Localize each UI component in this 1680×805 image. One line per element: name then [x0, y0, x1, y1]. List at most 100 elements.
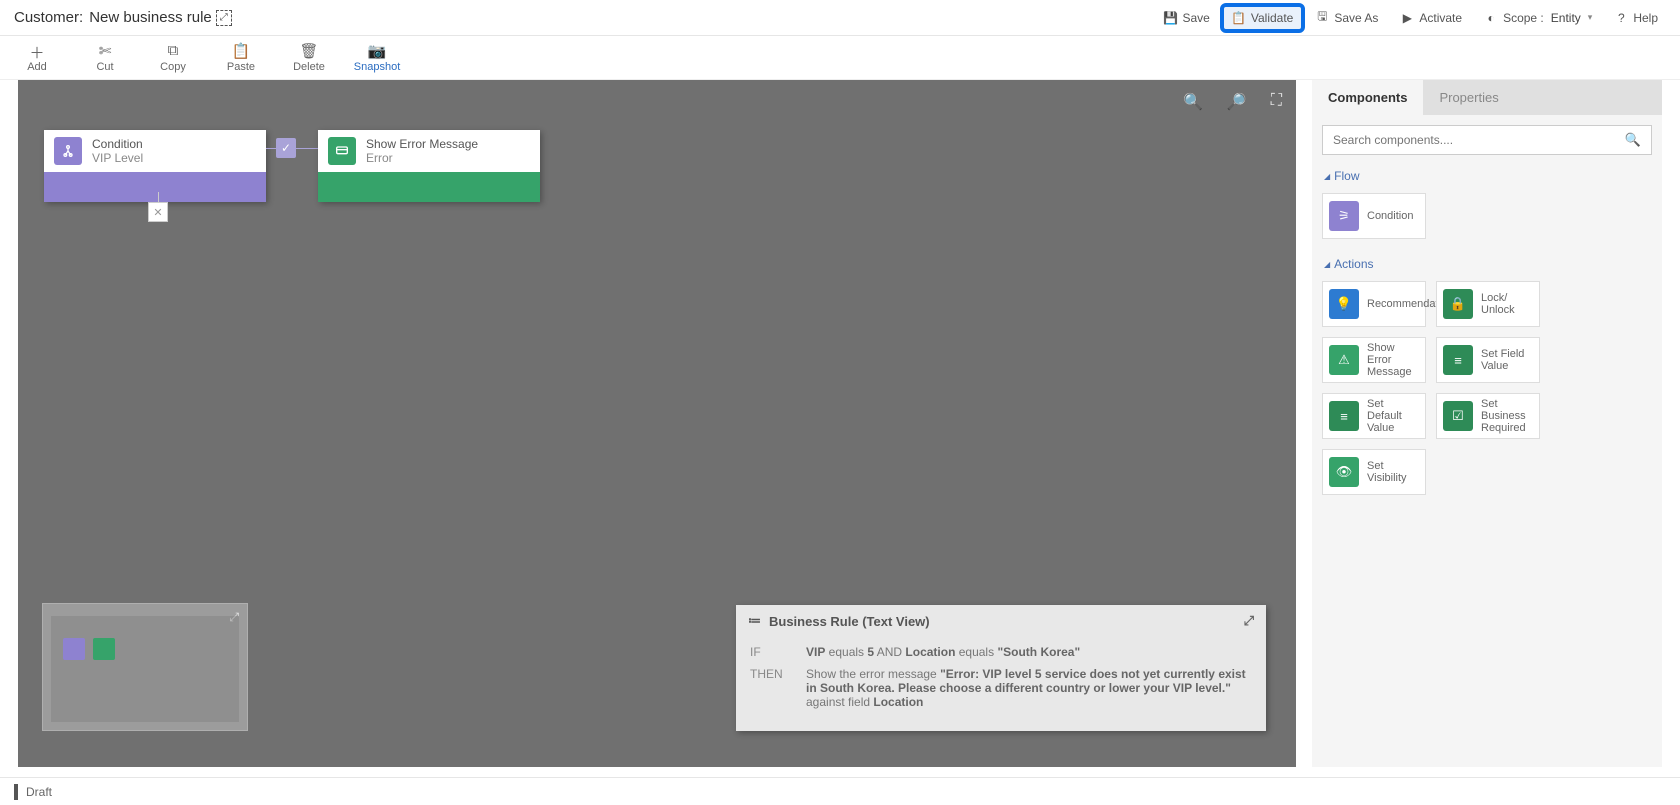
activate-icon: ▶ — [1400, 11, 1414, 25]
save-button[interactable]: 💾 Save — [1156, 7, 1218, 29]
component-recommendation[interactable]: 💡 Recommendation — [1322, 281, 1426, 327]
validate-label: Validate — [1251, 11, 1293, 25]
action-body — [318, 172, 540, 202]
text-view-then-row: THEN Show the error message "Error: VIP … — [750, 667, 1252, 709]
status-indicator — [14, 784, 18, 800]
snapshot-icon: 📷 — [368, 42, 387, 60]
collapse-icon: ◢ — [1324, 172, 1330, 181]
save-as-label: Save As — [1334, 11, 1378, 25]
lock-icon: 🔒 — [1443, 289, 1473, 319]
add-label: Add — [27, 61, 47, 73]
section-actions-label: Actions — [1334, 257, 1373, 271]
status-text: Draft — [26, 785, 52, 799]
status-bar: Draft — [0, 777, 1680, 805]
copy-label: Copy — [160, 61, 186, 73]
paste-button[interactable]: 📋 Paste — [218, 40, 264, 73]
text-view-title: Business Rule (Text View) — [769, 614, 930, 629]
component-label: Set Field Value — [1481, 348, 1533, 372]
cut-button[interactable]: ✄ Cut — [82, 40, 128, 73]
main-area: 🔍 🔎 ⛶ Condition VIP Level ✓ — [18, 80, 1662, 767]
snapshot-label: Snapshot — [354, 61, 400, 73]
zoom-in-icon[interactable]: 🔍 — [1183, 92, 1203, 112]
component-set-business-required[interactable]: ☑ Set Business Required — [1436, 393, 1540, 439]
validate-icon: 📋 — [1232, 11, 1246, 25]
then-expression: Show the error message "Error: VIP level… — [806, 667, 1252, 709]
fit-screen-icon[interactable]: ⛶ — [1271, 92, 1282, 112]
component-condition[interactable]: ⚞ Condition — [1322, 193, 1426, 239]
minimap[interactable]: ⤢ — [42, 603, 248, 731]
cut-label: Cut — [96, 61, 113, 73]
error-message-icon — [328, 137, 356, 165]
title-prefix: Customer: — [14, 9, 83, 26]
minimap-node-action — [93, 638, 115, 660]
delete-label: Delete — [293, 61, 325, 73]
text-view-expand-icon[interactable]: ⤢ — [1244, 613, 1254, 629]
section-flow-label: Flow — [1334, 169, 1359, 183]
minimap-node-condition — [63, 638, 85, 660]
activate-label: Activate — [1419, 11, 1462, 25]
design-canvas[interactable]: 🔍 🔎 ⛶ Condition VIP Level ✓ — [18, 80, 1296, 767]
search-wrap: 🔍 — [1312, 115, 1662, 165]
toolbar: ＋ Add ✄ Cut ⧉ Copy 📋 Paste 🗑 Delete 📷 Sn… — [0, 36, 1680, 80]
header-bar: Customer: New business rule ⤢ 💾 Save 📋 V… — [0, 0, 1680, 36]
component-label: Set Business Required — [1481, 398, 1533, 434]
chevron-down-icon: ▾ — [1588, 12, 1593, 23]
delete-button[interactable]: 🗑 Delete — [286, 40, 332, 73]
canvas-tools: 🔍 🔎 ⛶ — [1183, 92, 1282, 112]
set-field-icon: ≡ — [1443, 345, 1473, 375]
component-label: Condition — [1367, 210, 1413, 222]
help-label: Help — [1633, 11, 1658, 25]
component-show-error[interactable]: ⚠ Show Error Message — [1322, 337, 1426, 383]
expand-title-icon[interactable]: ⤢ — [216, 10, 232, 26]
component-set-field-value[interactable]: ≡ Set Field Value — [1436, 337, 1540, 383]
search-icon[interactable]: 🔍 — [1625, 132, 1641, 148]
action-header: Show Error Message Error — [318, 130, 540, 172]
search-input[interactable] — [1333, 133, 1625, 147]
text-view-header: ≔ Business Rule (Text View) ⤢ — [736, 605, 1266, 637]
tab-components[interactable]: Components — [1312, 80, 1423, 115]
activate-button[interactable]: ▶ Activate — [1392, 7, 1470, 29]
copy-button[interactable]: ⧉ Copy — [150, 40, 196, 73]
snapshot-button[interactable]: 📷 Snapshot — [354, 40, 400, 73]
component-label: Set Visibility — [1367, 460, 1419, 484]
minimap-viewport — [51, 616, 239, 722]
action-subtitle: Error — [366, 151, 478, 165]
condition-subtitle: VIP Level — [92, 151, 143, 165]
delete-icon: 🗑 — [299, 42, 318, 60]
connector-false-stub[interactable]: ✕ — [148, 202, 168, 222]
check-icon: ✓ — [281, 141, 291, 155]
save-as-icon: 🖫 — [1315, 11, 1329, 25]
then-label: THEN — [750, 667, 806, 709]
action-node[interactable]: Show Error Message Error — [318, 130, 540, 202]
section-actions[interactable]: ◢ Actions — [1312, 253, 1662, 275]
connector-true-check[interactable]: ✓ — [276, 138, 296, 158]
validate-button[interactable]: 📋 Validate — [1224, 7, 1301, 29]
tab-properties[interactable]: Properties — [1423, 80, 1514, 115]
condition-node[interactable]: Condition VIP Level — [44, 130, 266, 202]
paste-label: Paste — [227, 61, 255, 73]
condition-body — [44, 172, 266, 202]
add-button[interactable]: ＋ Add — [14, 40, 60, 73]
condition-text: Condition VIP Level — [92, 137, 143, 165]
help-button[interactable]: ? Help — [1606, 7, 1666, 29]
text-view-if-row: IF VIP equals 5 AND Location equals "Sou… — [750, 645, 1252, 659]
if-label: IF — [750, 645, 806, 659]
component-label: Set Default Value — [1367, 398, 1419, 434]
condition-icon: ⚞ — [1329, 201, 1359, 231]
scope-value: Entity — [1551, 11, 1581, 25]
search-box[interactable]: 🔍 — [1322, 125, 1652, 155]
save-as-button[interactable]: 🖫 Save As — [1307, 7, 1386, 29]
component-set-visibility[interactable]: 👁 Set Visibility — [1322, 449, 1426, 495]
condition-title: Condition — [92, 137, 143, 151]
section-flow[interactable]: ◢ Flow — [1312, 165, 1662, 187]
title-name[interactable]: New business rule — [89, 9, 212, 26]
side-panel: Components Properties 🔍 ◢ Flow ⚞ Conditi… — [1312, 80, 1662, 767]
page-title: Customer: New business rule ⤢ — [14, 9, 232, 26]
save-label: Save — [1183, 11, 1210, 25]
component-label: Show Error Message — [1367, 342, 1419, 378]
component-set-default-value[interactable]: ≡ Set Default Value — [1322, 393, 1426, 439]
component-lock-unlock[interactable]: 🔒 Lock/ Unlock — [1436, 281, 1540, 327]
scope-selector[interactable]: ◐ Scope : Entity ▾ — [1476, 7, 1600, 29]
zoom-out-icon[interactable]: 🔎 — [1227, 92, 1247, 112]
side-tabs: Components Properties — [1312, 80, 1662, 115]
